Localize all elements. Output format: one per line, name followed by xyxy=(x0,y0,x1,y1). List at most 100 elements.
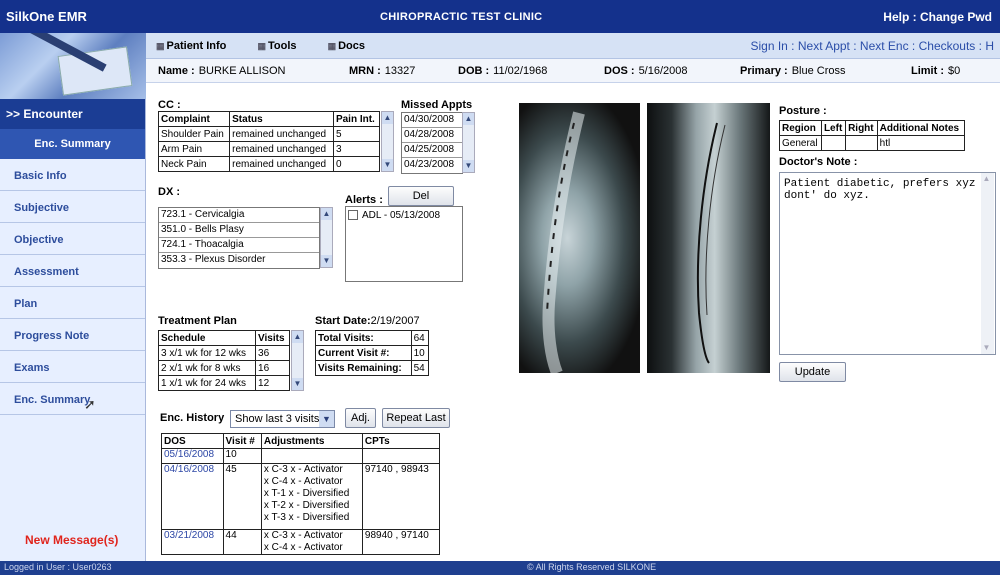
table-row[interactable]: 1 x/1 wk for 24 wks 12 xyxy=(157,375,290,391)
sidebar-banner-image xyxy=(0,33,146,99)
checkbox-icon[interactable] xyxy=(348,210,358,221)
app-brand: SilkOne EMR xyxy=(6,9,87,24)
history-adjustments-cell: x C-3 x - Activator x C-4 x - Activator xyxy=(260,529,363,555)
sidebar-item-basic-info[interactable]: Basic Info xyxy=(0,159,145,191)
list-item[interactable]: 04/30/2008 xyxy=(402,113,462,128)
history-dos-link[interactable]: 03/21/2008 xyxy=(164,530,214,541)
doctors-note-label: Doctor's Note : xyxy=(779,156,858,168)
chevron-down-icon[interactable]: ▼ xyxy=(319,411,334,427)
table-row[interactable]: Shoulder Pain remained unchanged 5 xyxy=(157,126,381,142)
table-row[interactable]: Arm Pain remained unchanged 3 xyxy=(157,141,381,157)
scroll-up-icon[interactable]: ▲ xyxy=(463,113,474,125)
adj-button[interactable]: Adj. xyxy=(345,408,376,428)
next-appt-link[interactable]: Next Appt xyxy=(798,39,850,53)
new-messages-link[interactable]: New Message(s) xyxy=(25,533,118,547)
cc-cell: remained unchanged xyxy=(229,156,334,172)
list-item[interactable]: 04/25/2008 xyxy=(402,143,462,158)
patient-mrn-value: 13327 xyxy=(384,65,416,77)
checkouts-link[interactable]: Checkouts xyxy=(919,39,976,53)
scroll-down-icon[interactable]: ▼ xyxy=(463,160,474,172)
visits-label: Total Visits: xyxy=(315,330,412,346)
alert-text: ADL - 05/13/2008 xyxy=(362,210,441,221)
visits-label: Visits Remaining: xyxy=(315,360,412,376)
adjustment-line: x C-3 x - Activator xyxy=(263,530,343,541)
repeat-last-button[interactable]: Repeat Last xyxy=(382,408,450,428)
treatment-scrollbar[interactable]: ▲ ▼ xyxy=(291,330,304,391)
table-row[interactable]: 3 x/1 wk for 12 wks 36 xyxy=(157,345,290,361)
start-date-label: Start Date: xyxy=(315,315,371,327)
sidebar-item-progress-note[interactable]: Progress Note xyxy=(0,319,145,351)
sign-in-link[interactable]: Sign In xyxy=(750,39,787,53)
change-pwd-link[interactable]: Change Pwd xyxy=(920,10,992,24)
menu-tools[interactable]: ▦ Tools xyxy=(257,40,310,52)
sidebar-item-enc-summary[interactable]: Enc. Summary xyxy=(0,383,145,415)
menu-docs[interactable]: ▦ Docs xyxy=(328,40,379,52)
sidebar-item-exams[interactable]: Exams xyxy=(0,351,145,383)
scroll-up-icon[interactable]: ▲ xyxy=(292,331,303,343)
menu-tools-label: Tools xyxy=(267,40,297,52)
dx-scrollbar[interactable]: ▲ ▼ xyxy=(320,207,333,268)
patient-bar: Name : BURKE ALLISON MRN :13327 DOB :11/0… xyxy=(146,59,1000,83)
table-row[interactable]: 2 x/1 wk for 8 wks 16 xyxy=(157,360,290,376)
xray-image-ap[interactable] xyxy=(647,103,770,373)
cc-header: Complaint xyxy=(157,111,231,127)
adjustment-line: x C-4 x - Activator xyxy=(263,542,343,553)
visits-table: Total Visits: 64 Current Visit #: 10 Visit… xyxy=(315,330,430,376)
table-row[interactable]: General htl xyxy=(779,135,966,151)
note-scrollbar[interactable]: ▲ ▼ xyxy=(981,173,994,354)
list-item[interactable]: 04/23/2008 xyxy=(402,158,462,173)
history-dos-link[interactable]: 05/16/2008 xyxy=(164,449,214,460)
menu-patient-info[interactable]: ▦ Patient Info xyxy=(156,40,240,52)
truncated-link[interactable]: H xyxy=(985,39,994,53)
top-links: Help : Change Pwd xyxy=(883,10,992,24)
table-header-row: Complaint Status Pain Int. xyxy=(157,111,381,127)
delete-alert-button[interactable]: Del xyxy=(388,186,454,206)
cc-cell: remained unchanged xyxy=(229,141,334,157)
mouse-cursor-icon: ➚ xyxy=(84,396,96,412)
cc-cell: Shoulder Pain xyxy=(157,126,231,142)
list-item[interactable]: 351.0 - Bells Plasy xyxy=(159,223,319,238)
sidebar-enc-summary-header[interactable]: Enc. Summary xyxy=(0,129,145,159)
history-range-select[interactable]: Show last 3 visits ▼ xyxy=(230,410,335,428)
posture-cell: htl xyxy=(876,135,966,151)
list-item[interactable]: 724.1 - Thoacalgia xyxy=(159,238,319,253)
adjustment-line: x C-3 x - Activator xyxy=(263,464,343,475)
cc-header: Pain Int. xyxy=(332,111,381,127)
sidebar-encounter-header[interactable]: >> Encounter xyxy=(0,99,145,129)
scroll-down-icon[interactable]: ▼ xyxy=(292,378,303,390)
missed-appts-scrollbar[interactable]: ▲ ▼ xyxy=(462,112,475,173)
history-dos-link[interactable]: 04/16/2008 xyxy=(164,464,214,475)
help-link[interactable]: Help xyxy=(883,10,909,24)
scroll-down-icon[interactable]: ▼ xyxy=(981,342,992,354)
patient-name: Name : BURKE ALLISON xyxy=(158,65,286,77)
scroll-up-icon[interactable]: ▲ xyxy=(321,208,332,220)
update-button[interactable]: Update xyxy=(779,362,846,382)
list-item[interactable]: 04/28/2008 xyxy=(402,128,462,143)
history-header: CPTs xyxy=(361,433,441,449)
xray-image-lateral[interactable] xyxy=(519,103,640,373)
history-header: Adjustments xyxy=(260,433,363,449)
list-item[interactable]: 353.3 - Plexus Disorder xyxy=(159,253,319,268)
scroll-down-icon[interactable]: ▼ xyxy=(382,159,393,171)
sidebar-item-subjective[interactable]: Subjective xyxy=(0,191,145,223)
list-item[interactable]: 723.1 - Cervicalgia xyxy=(159,208,319,223)
enc-history-table: DOS Visit # Adjustments CPTs 05/16/2008 10 … xyxy=(161,433,441,555)
posture-table: Region Left Right Additional Notes General h… xyxy=(779,120,966,151)
table-header-row: Schedule Visits xyxy=(157,330,290,346)
sidebar-item-objective[interactable]: Objective xyxy=(0,223,145,255)
scroll-up-icon[interactable]: ▲ xyxy=(981,173,992,185)
patient-primary-value: Blue Cross xyxy=(791,65,846,77)
scroll-up-icon[interactable]: ▲ xyxy=(382,112,393,124)
doctors-note-textarea[interactable]: Patient diabetic, prefers xyz dont' do x… xyxy=(779,172,996,355)
cc-scrollbar[interactable]: ▲ ▼ xyxy=(381,111,394,172)
scroll-down-icon[interactable]: ▼ xyxy=(321,255,332,267)
alert-item[interactable]: ADL - 05/13/2008 xyxy=(346,207,462,222)
next-enc-link[interactable]: Next Enc xyxy=(860,39,909,53)
adjustment-line: x T-3 x - Diversified xyxy=(263,512,350,523)
table-row[interactable]: Neck Pain remained unchanged 0 xyxy=(157,156,381,172)
cc-cell: Neck Pain xyxy=(157,156,231,172)
sidebar-item-plan[interactable]: Plan xyxy=(0,287,145,319)
patient-dob-value: 11/02/1968 xyxy=(493,65,548,77)
sidebar-item-assessment[interactable]: Assessment xyxy=(0,255,145,287)
nav-separator: : xyxy=(787,39,798,53)
